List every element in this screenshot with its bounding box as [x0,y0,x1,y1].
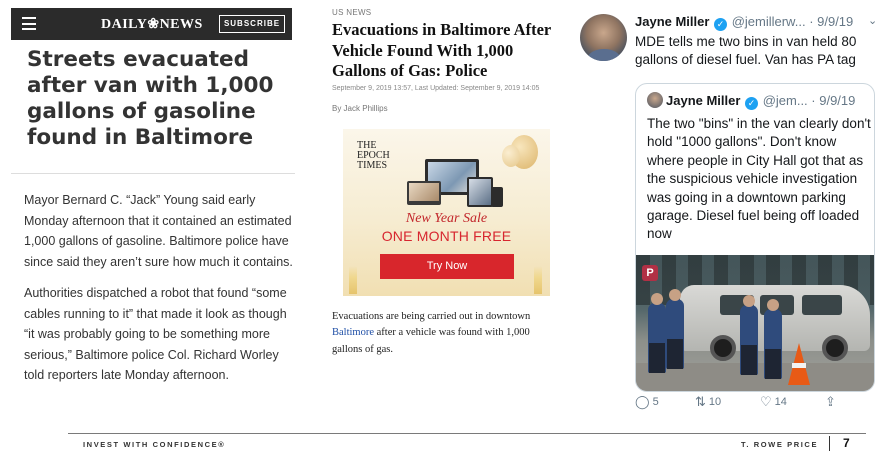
balloon-icon [502,144,520,167]
footer-brand: T. ROWE PRICE [741,440,819,449]
ad-offer-text: ONE MONTH FREE [381,227,512,244]
footer-tagline: INVEST WITH CONFIDENCE® [83,440,226,449]
champagne-glass-icon [349,265,357,294]
slide-footer: INVEST WITH CONFIDENCE® T. ROWE PRICE 7 [0,430,881,454]
daily-news-logo[interactable]: DAILY❀NEWS [101,16,203,33]
champagne-glass-icon [534,265,542,294]
epoch-times-body: Evacuations are being carried out in dow… [332,310,531,355]
footer-separator [829,436,830,451]
tweet-author-name[interactable]: Jayne Miller [635,14,709,29]
ad-sale-text: New Year Sale [405,210,488,226]
verified-icon: ✓ [714,18,728,31]
section-kicker[interactable]: US NEWS [332,8,562,17]
tweet-panel: Jayne Miller ✓ @jemillerw... · 9/9/19 ⌄ … [572,8,877,423]
chevron-down-icon[interactable]: ⌄ [868,14,877,27]
daily-news-headline: Streets evacuated after van with 1,000 g… [27,47,274,150]
epoch-times-headline: Evacuations in Baltimore After Vehicle F… [332,20,551,80]
article-byline: By Jack Phillips [332,103,388,113]
reply-button[interactable]: ◯ 5 [635,394,659,410]
parking-sign: P [642,265,658,281]
van-photo[interactable]: P [636,255,874,391]
verified-icon: ✓ [745,97,759,110]
daily-news-body: Mayor Bernard C. “Jack” Young said early… [24,190,300,386]
divider [11,173,295,174]
retweet-icon: ⇅ [695,394,706,409]
quoted-handle: @jem... [762,93,808,108]
subscription-ad[interactable]: THE EPOCH TIMES New Year Sale ONE MONTH … [343,128,550,296]
like-button[interactable]: ♡ 14 [760,394,787,410]
daily-news-header-bar: DAILY❀NEWS SUBSCRIBE [11,8,292,40]
baltimore-link[interactable]: Baltimore [332,327,374,338]
retweet-count: 10 [708,396,722,408]
subscribe-button[interactable]: SUBSCRIBE [219,15,285,33]
hamburger-menu-icon[interactable] [22,17,36,30]
retweet-button[interactable]: ⇅ 10 [695,394,721,410]
reply-count: 5 [652,396,659,408]
quoted-tweet-text: The two "bins" in the van clearly don't … [647,116,871,242]
quoted-author-name: Jayne Miller [666,93,741,108]
tweet-handle[interactable]: @jemillerw... [732,14,806,29]
heart-icon: ♡ [760,394,772,409]
quoted-tweet-header: Jayne Miller ✓ @jem... · 9/9/19 [647,92,855,110]
like-count: 14 [774,396,787,408]
daily-news-panel: DAILY❀NEWS SUBSCRIBE Streets evacuated a… [11,8,295,397]
article-paragraph: Authorities dispatched a robot that foun… [24,286,287,382]
avatar[interactable] [580,14,627,61]
footer-rule [68,433,866,434]
reply-icon: ◯ [635,394,650,409]
devices-illustration [407,158,503,207]
try-now-button[interactable]: Try Now [380,253,514,279]
epoch-times-ad-logo: THE EPOCH TIMES [357,139,390,171]
page-number: 7 [843,436,850,450]
tweet-header: Jayne Miller ✓ @jemillerw... · 9/9/19 [635,14,853,31]
quoted-tweet[interactable]: Jayne Miller ✓ @jem... · 9/9/19 The two … [635,83,875,392]
article-timestamp: September 9, 2019 13:57, Last Updated: S… [332,84,540,92]
tweet-text: MDE tells me two bins in van held 80 gal… [635,34,857,67]
quoted-date: · 9/9/19 [811,93,856,108]
avatar [647,92,663,108]
tweet-actions: ◯ 5 ⇅ 10 ♡ 14 ⇪ [635,394,875,412]
tweet-date[interactable]: · 9/9/19 [809,14,853,29]
share-button[interactable]: ⇪ [825,394,839,410]
share-icon: ⇪ [825,394,836,409]
article-paragraph: Mayor Bernard C. “Jack” Young said early… [24,193,293,269]
epoch-times-panel: US NEWS Evacuations in Baltimore After V… [332,8,562,358]
